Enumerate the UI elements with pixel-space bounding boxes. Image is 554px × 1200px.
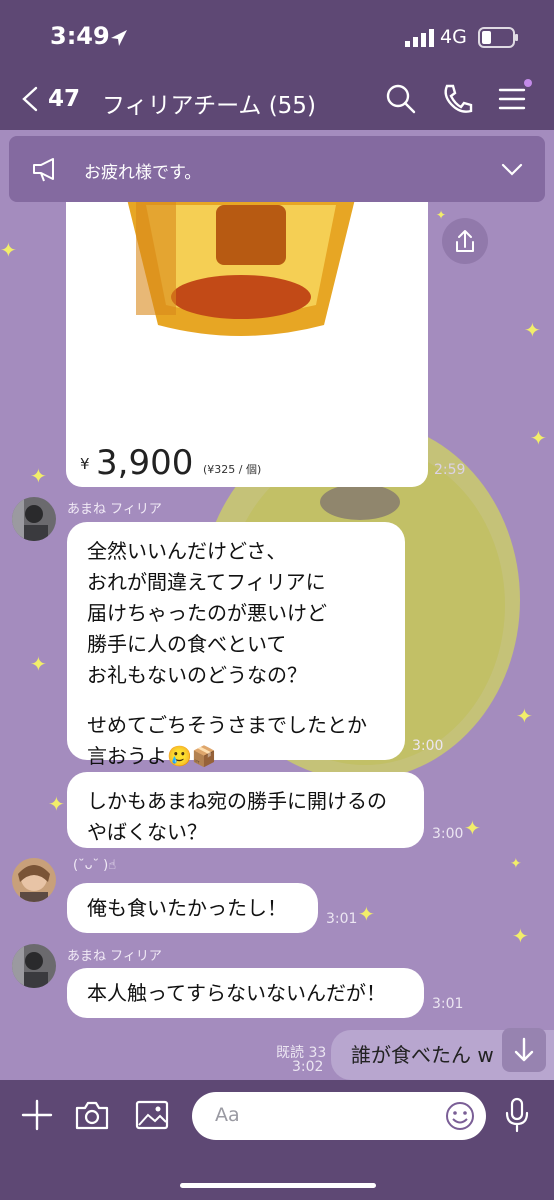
message-input-placeholder: Aa bbox=[215, 1104, 240, 1126]
product-time: 2:59 bbox=[434, 462, 466, 478]
sender-name: あまね フィリア bbox=[67, 502, 162, 517]
location-arrow-icon bbox=[111, 30, 127, 46]
message-line: おれが間違えてフィリアに bbox=[87, 570, 326, 594]
message-bubble[interactable]: 俺も食いたかったし！ bbox=[67, 883, 318, 933]
avatar[interactable] bbox=[12, 858, 56, 902]
search-icon[interactable] bbox=[384, 82, 418, 116]
price: 3,900 bbox=[96, 443, 194, 483]
megaphone-icon bbox=[33, 158, 54, 182]
message-time: 3:01 bbox=[326, 911, 358, 927]
back-unread-count[interactable]: 47 bbox=[48, 86, 80, 112]
sparkle-icon: ✦ bbox=[510, 856, 522, 872]
sparkle-icon: ✦ bbox=[464, 816, 481, 840]
message-line: 勝手に人の食べといて bbox=[87, 632, 287, 656]
product-image bbox=[126, 195, 356, 336]
scroll-down-button[interactable] bbox=[502, 1028, 546, 1072]
message-line: 俺も食いたかったし！ bbox=[87, 896, 287, 920]
message-bubble[interactable]: 全然いいんだけどさ、 おれが間違えてフィリアに 届けちゃったのが悪いけど 勝手に… bbox=[67, 522, 405, 768]
home-indicator bbox=[180, 1183, 376, 1188]
message-line: せめてごちそうさまでしたとか bbox=[87, 713, 367, 737]
price-currency: ¥ bbox=[80, 455, 90, 473]
outgoing-message-text: 誰が食べたん w bbox=[351, 1043, 494, 1067]
message-time: 3:00 bbox=[412, 738, 444, 754]
sparkle-icon: ✦ bbox=[358, 902, 375, 926]
plus-icon[interactable] bbox=[20, 1098, 54, 1132]
phone-icon[interactable] bbox=[440, 82, 474, 116]
menu-icon[interactable] bbox=[496, 82, 530, 116]
message-line bbox=[87, 691, 385, 710]
sparkle-icon: ✦ bbox=[48, 792, 65, 816]
message-line: しかもあまね宛の勝手に開けるの bbox=[87, 789, 387, 813]
battery-icon bbox=[478, 27, 518, 48]
chat-title: フィリアチーム (55) bbox=[102, 93, 316, 119]
message-line: 届けちゃったのが悪いけど bbox=[87, 601, 327, 625]
navigation-header: 3:49 4G 47 フィリアチーム (55) bbox=[0, 0, 554, 130]
share-button[interactable] bbox=[442, 218, 488, 264]
sender-name: (˘ᴗ˘ )☝︎ bbox=[73, 858, 117, 873]
message-bubble[interactable]: 本人触ってすらないないんだが！ bbox=[67, 968, 424, 1018]
emoji-icon[interactable] bbox=[444, 1100, 476, 1132]
sparkle-icon: ✦ bbox=[524, 318, 541, 342]
message-line: 全然いいんだけどさ、 bbox=[87, 539, 287, 563]
chevron-down-icon[interactable] bbox=[501, 162, 523, 178]
message-time: 3:01 bbox=[432, 996, 464, 1012]
sender-name: あまね フィリア bbox=[67, 949, 162, 964]
back-icon[interactable] bbox=[18, 84, 42, 114]
share-icon bbox=[456, 230, 474, 252]
unit-price: (¥325 / 個) bbox=[203, 463, 262, 476]
microphone-icon[interactable] bbox=[502, 1096, 532, 1134]
sparkle-icon: ✦ bbox=[516, 704, 533, 728]
announcement-text: お疲れ様です。 bbox=[84, 163, 202, 183]
sparkle-icon: ✦ bbox=[530, 426, 547, 450]
arrow-down-icon bbox=[514, 1037, 534, 1062]
message-time: 3:00 bbox=[432, 826, 464, 842]
sparkle-icon: ✦ bbox=[30, 464, 47, 488]
message-time: 3:02 bbox=[292, 1059, 324, 1075]
avatar[interactable] bbox=[12, 497, 56, 541]
message-line: やばくない？ bbox=[87, 820, 207, 844]
sparkle-icon: ✦ bbox=[512, 924, 529, 948]
image-icon[interactable] bbox=[134, 1098, 170, 1132]
message-line: 本人触ってすらないないんだが！ bbox=[87, 981, 386, 1005]
sparkle-icon: ✦ bbox=[0, 238, 17, 262]
message-line: 言おうよ🥲📦 bbox=[87, 744, 217, 768]
sparkle-icon: ✦ bbox=[30, 652, 47, 676]
message-line: お礼もないのどうなの？ bbox=[87, 663, 307, 687]
notification-dot bbox=[524, 79, 532, 87]
signal-icon bbox=[405, 29, 434, 47]
message-bubble[interactable]: しかもあまね宛の勝手に開けるの やばくない？ bbox=[67, 772, 424, 848]
product-card[interactable]: ¥ 3,900 (¥325 / 個) bbox=[66, 185, 428, 487]
avatar[interactable] bbox=[12, 944, 56, 988]
announcement-banner[interactable]: お疲れ様です。 bbox=[9, 136, 545, 202]
camera-icon[interactable] bbox=[74, 1098, 110, 1132]
status-time: 3:49 bbox=[50, 22, 110, 50]
network-type: 4G bbox=[440, 26, 467, 48]
